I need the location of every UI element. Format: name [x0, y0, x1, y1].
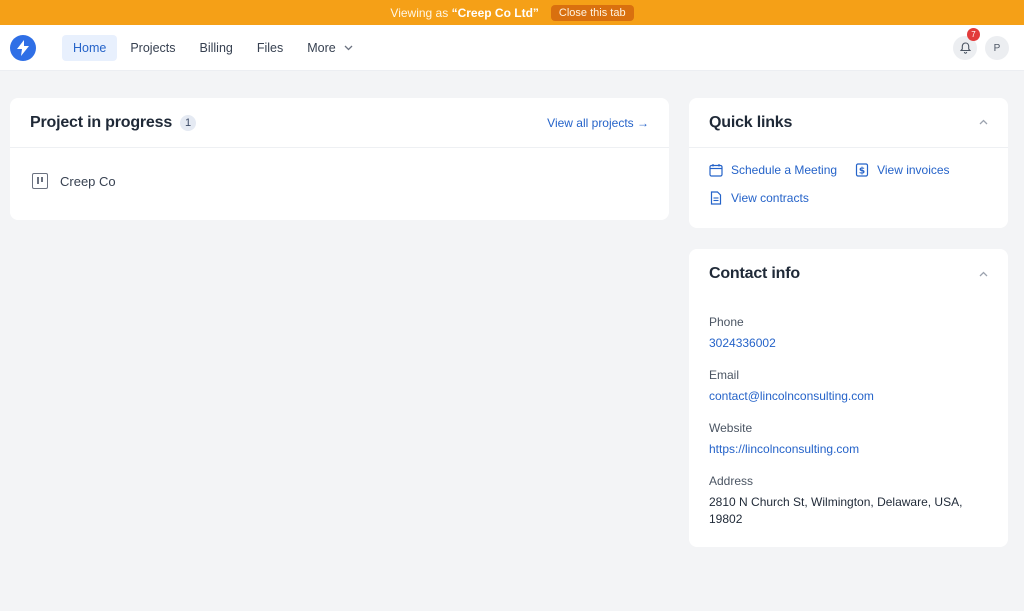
quick-links-card: Quick links Schedule a Meeting $ View in… [689, 98, 1008, 228]
calendar-icon [709, 164, 723, 177]
view-contracts-label: View contracts [731, 191, 809, 205]
quick-links-title: Quick links [709, 113, 793, 131]
projects-card-header: Project in progress 1 View all projects … [10, 98, 669, 148]
schedule-meeting-label: Schedule a Meeting [731, 163, 838, 177]
address-value: 2810 N Church St, Wilmington, Delaware, … [709, 494, 988, 528]
address-label: Address [709, 474, 754, 488]
quick-links-header[interactable]: Quick links [689, 98, 1008, 148]
nav-item-files[interactable]: Files [246, 35, 294, 61]
schedule-meeting-link[interactable]: Schedule a Meeting [709, 163, 837, 177]
project-list-item[interactable]: Creep Co [10, 148, 669, 214]
quick-links-row: Schedule a Meeting $ View invoices [709, 156, 988, 184]
quick-links-row: View contracts [709, 184, 988, 212]
kanban-icon [32, 173, 48, 189]
phone-link[interactable]: 3024336002 [709, 336, 988, 350]
view-contracts-link[interactable]: View contracts [709, 191, 809, 205]
top-navigation: Home Projects Billing Files More 7 P [0, 25, 1024, 71]
website-label: Website [709, 421, 753, 435]
svg-text:$: $ [859, 167, 865, 177]
chevron-down-icon [344, 43, 353, 53]
nav-menu: Home Projects Billing Files More [62, 35, 366, 61]
impersonation-banner: Viewing as “Creep Co Ltd” Close this tab [0, 0, 1024, 25]
website-link[interactable]: https://lincolnconsulting.com [709, 442, 988, 456]
nav-item-more[interactable]: More [296, 35, 363, 61]
chevron-up-icon[interactable] [979, 269, 988, 280]
bell-icon [959, 42, 971, 54]
address-line-2: 19802 [709, 512, 743, 526]
banner-client-name: “Creep Co Ltd” [451, 5, 539, 20]
projects-card: Project in progress 1 View all projects … [10, 98, 669, 220]
nav-item-more-label: More [307, 41, 336, 55]
nav-item-billing[interactable]: Billing [189, 35, 244, 61]
contact-info-card: Contact info Phone 3024336002 Email cont… [689, 249, 1008, 547]
contact-info-body: Phone 3024336002 Email contact@lincolnco… [689, 299, 1008, 556]
logo-icon[interactable] [10, 35, 36, 61]
quick-links-list: Schedule a Meeting $ View invoices View … [689, 148, 1008, 220]
address-line-1: 2810 N Church St, Wilmington, Delaware, … [709, 495, 963, 509]
invoice-icon: $ [855, 163, 869, 177]
view-all-projects-link[interactable]: View all projects → [547, 116, 649, 130]
banner-text: Viewing as “Creep Co Ltd” [390, 5, 539, 20]
close-tab-button[interactable]: Close this tab [550, 4, 634, 21]
view-invoices-link[interactable]: $ View invoices [855, 163, 950, 177]
chevron-up-icon[interactable] [979, 117, 988, 128]
contact-info-header[interactable]: Contact info [689, 249, 1008, 299]
view-invoices-label: View invoices [877, 163, 950, 177]
user-avatar[interactable]: P [985, 36, 1009, 60]
projects-count-badge: 1 [180, 114, 197, 131]
phone-label: Phone [709, 315, 744, 329]
projects-card-title: Project in progress [30, 113, 173, 131]
email-link[interactable]: contact@lincolnconsulting.com [709, 389, 988, 403]
contact-info-title: Contact info [709, 265, 800, 282]
notifications-count-badge: 7 [967, 28, 980, 41]
email-label: Email [709, 368, 740, 382]
nav-item-home[interactable]: Home [62, 35, 118, 61]
nav-item-projects[interactable]: Projects [119, 35, 186, 61]
project-name: Creep Co [60, 173, 116, 189]
document-icon [710, 191, 722, 205]
